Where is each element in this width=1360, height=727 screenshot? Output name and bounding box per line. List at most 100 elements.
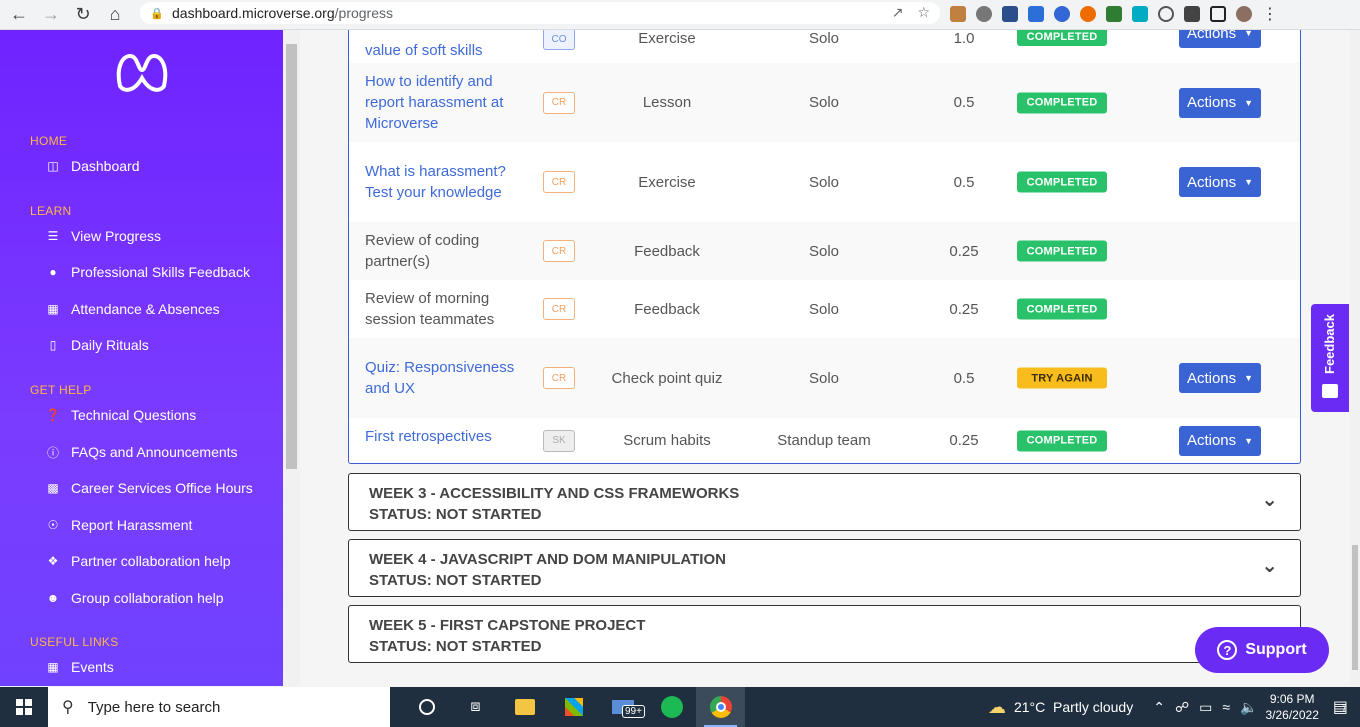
actions-button[interactable]: Actions ▼ bbox=[1179, 30, 1261, 48]
sidebar-item-label: Dashboard bbox=[71, 158, 140, 174]
actions-label: Actions bbox=[1186, 173, 1237, 191]
file-explorer-icon[interactable] bbox=[500, 687, 549, 727]
caret-down-icon: ▼ bbox=[1244, 435, 1254, 446]
sidebar-item-events[interactable]: ▦ Events bbox=[46, 659, 113, 675]
page-scrollbar[interactable] bbox=[1350, 30, 1360, 686]
lesson-points: 0.5 bbox=[953, 173, 975, 191]
sidebar-item-professional-skills[interactable]: ● Professional Skills Feedback bbox=[46, 264, 250, 280]
volume-icon[interactable]: 🔈 bbox=[1240, 699, 1257, 716]
handshake-icon: ❖ bbox=[47, 554, 59, 568]
forward-icon[interactable]: → bbox=[38, 3, 64, 27]
book-icon: ▯ bbox=[49, 338, 57, 352]
sidebar-item-attendance[interactable]: ▦ Attendance & Absences bbox=[46, 301, 220, 317]
bookmark-star-icon[interactable]: ☆ bbox=[917, 4, 930, 21]
chevron-down-icon[interactable]: ⌄ bbox=[1261, 490, 1278, 511]
lesson-title-link[interactable]: What is harassment? Test your knowledge bbox=[365, 142, 515, 222]
puzzle-icon[interactable] bbox=[1184, 6, 1200, 22]
url-path: /progress bbox=[334, 5, 393, 21]
weather-text[interactable]: 21°C Partly cloudy bbox=[1014, 699, 1133, 715]
lesson-type: Exercise bbox=[638, 173, 696, 191]
actions-button[interactable]: Actions ▼ bbox=[1179, 363, 1261, 393]
status-badge: COMPLETED bbox=[1017, 298, 1107, 320]
sidebar-item-daily-rituals[interactable]: ▯ Daily Rituals bbox=[46, 337, 149, 353]
status-badge: TRY AGAIN bbox=[1017, 367, 1107, 389]
lesson-type: Scrum habits bbox=[623, 432, 711, 449]
lesson-points: 0.25 bbox=[949, 300, 979, 318]
avatar[interactable] bbox=[1236, 6, 1252, 22]
week-accordion[interactable]: WEEK 3 - ACCESSIBILITY AND CSS FRAMEWORK… bbox=[348, 473, 1301, 531]
taskbar: ⚲ Type here to search ⧈ 99+ ☁ 21°C Partl… bbox=[0, 687, 1360, 727]
extension-icon[interactable] bbox=[1002, 6, 1018, 22]
lesson-mode: Solo bbox=[808, 369, 840, 387]
chrome-taskbar-icon[interactable] bbox=[696, 687, 745, 727]
sidepanel-icon[interactable] bbox=[1210, 6, 1226, 22]
chevron-down-icon[interactable]: ⌄ bbox=[1261, 556, 1278, 577]
lesson-mode: Standup team bbox=[777, 432, 871, 449]
week-accordion[interactable]: WEEK 4 - JAVASCRIPT AND DOM MANIPULATION… bbox=[348, 539, 1301, 597]
share-icon[interactable]: ↗ bbox=[892, 4, 904, 21]
reload-icon[interactable]: ↻ bbox=[70, 3, 96, 27]
menu-icon[interactable]: ⋮ bbox=[1262, 4, 1278, 24]
lesson-type: Lesson bbox=[642, 94, 692, 111]
home-icon[interactable]: ⌂ bbox=[102, 3, 128, 27]
address-bar[interactable]: 🔒 dashboard.microverse.org/progress ↗ ☆ bbox=[140, 2, 940, 24]
table-row: What is harassment? Test your knowledge … bbox=[349, 142, 1300, 222]
back-icon[interactable]: ← bbox=[6, 3, 32, 27]
extension-icon[interactable] bbox=[950, 6, 966, 22]
main-content: value of soft skills CO Exercise Solo 1.… bbox=[300, 30, 1350, 686]
lesson-mode: Solo bbox=[808, 173, 840, 191]
support-label: Support bbox=[1245, 641, 1307, 658]
battery-icon[interactable]: ▭ bbox=[1199, 699, 1212, 716]
support-button[interactable]: ? Support bbox=[1195, 627, 1329, 673]
extension-icon[interactable] bbox=[1106, 6, 1122, 22]
actions-label: Actions bbox=[1186, 30, 1237, 42]
clock[interactable]: 9:06 PM 3/26/2022 bbox=[1265, 691, 1318, 723]
chevron-up-icon[interactable]: ⌃ bbox=[1153, 699, 1165, 716]
notification-icon[interactable]: ▤ 7 bbox=[1333, 697, 1348, 717]
extension-icon[interactable] bbox=[1158, 6, 1174, 22]
extension-icon[interactable] bbox=[1132, 6, 1148, 22]
table-row: Review of coding partner(s) CR Feedback … bbox=[349, 222, 1300, 280]
calendar-icon: ▦ bbox=[47, 660, 59, 674]
taskbar-search-box[interactable]: ⚲ Type here to search bbox=[48, 687, 390, 727]
sidebar-item-label: Attendance & Absences bbox=[71, 301, 220, 317]
wifi-icon[interactable]: ≈ bbox=[1222, 699, 1230, 715]
task-view-icon[interactable]: ⧈ bbox=[451, 687, 500, 727]
extension-icon[interactable] bbox=[1054, 6, 1070, 22]
cortana-icon[interactable] bbox=[402, 687, 451, 727]
lesson-title-link[interactable]: value of soft skills bbox=[365, 30, 515, 63]
windows-start-icon[interactable] bbox=[0, 687, 48, 727]
actions-button[interactable]: Actions ▼ bbox=[1179, 425, 1261, 456]
week-accordion[interactable]: WEEK 5 - FIRST CAPSTONE PROJECT STATUS: … bbox=[348, 605, 1301, 663]
lesson-title-link[interactable]: How to identify and report harassment at… bbox=[365, 63, 515, 142]
actions-button[interactable]: Actions ▼ bbox=[1179, 87, 1261, 118]
sidebar-scrollbar[interactable] bbox=[283, 30, 300, 686]
feedback-tab[interactable]: Feedback bbox=[1311, 304, 1349, 412]
page-scrollbar-thumb[interactable] bbox=[1352, 545, 1358, 670]
sidebar-item-career-services[interactable]: ▩ Career Services Office Hours bbox=[46, 480, 252, 496]
lesson-type: Feedback bbox=[634, 300, 700, 318]
sidebar-item-dashboard[interactable]: ◫ Dashboard bbox=[46, 158, 140, 174]
extension-icon[interactable] bbox=[1028, 6, 1044, 22]
lesson-title: Review of coding partner(s) bbox=[365, 232, 480, 270]
lesson-mode: Solo bbox=[808, 242, 840, 260]
weather-icon[interactable]: ☁ bbox=[988, 697, 1006, 718]
lesson-title-link[interactable]: Quiz: Responsiveness and UX bbox=[365, 338, 515, 418]
store-icon[interactable] bbox=[549, 687, 598, 727]
actions-button[interactable]: Actions ▼ bbox=[1179, 167, 1261, 197]
sidebar-item-partner-help[interactable]: ❖ Partner collaboration help bbox=[46, 553, 231, 569]
spotify-icon[interactable] bbox=[647, 687, 696, 727]
mail-icon[interactable]: 99+ bbox=[598, 687, 647, 727]
extension-icon[interactable] bbox=[976, 6, 992, 22]
extension-icon[interactable] bbox=[1080, 6, 1096, 22]
sidebar-scrollbar-thumb[interactable] bbox=[286, 44, 297, 469]
alert-icon: ☉ bbox=[47, 518, 59, 532]
sidebar-item-report-harassment[interactable]: ☉ Report Harassment bbox=[46, 517, 193, 533]
sidebar-item-group-help[interactable]: ☻ Group collaboration help bbox=[46, 590, 224, 606]
network-icon[interactable]: ☍ bbox=[1175, 699, 1189, 716]
sidebar-item-faqs[interactable]: ⓘ FAQs and Announcements bbox=[46, 444, 238, 460]
lesson-title-link[interactable]: First retrospectives bbox=[365, 418, 515, 463]
sidebar-item-view-progress[interactable]: ☰ View Progress bbox=[46, 228, 161, 244]
week-title: WEEK 5 - FIRST CAPSTONE PROJECT bbox=[369, 617, 646, 634]
sidebar-item-technical-questions[interactable]: ❓ Technical Questions bbox=[46, 407, 197, 423]
